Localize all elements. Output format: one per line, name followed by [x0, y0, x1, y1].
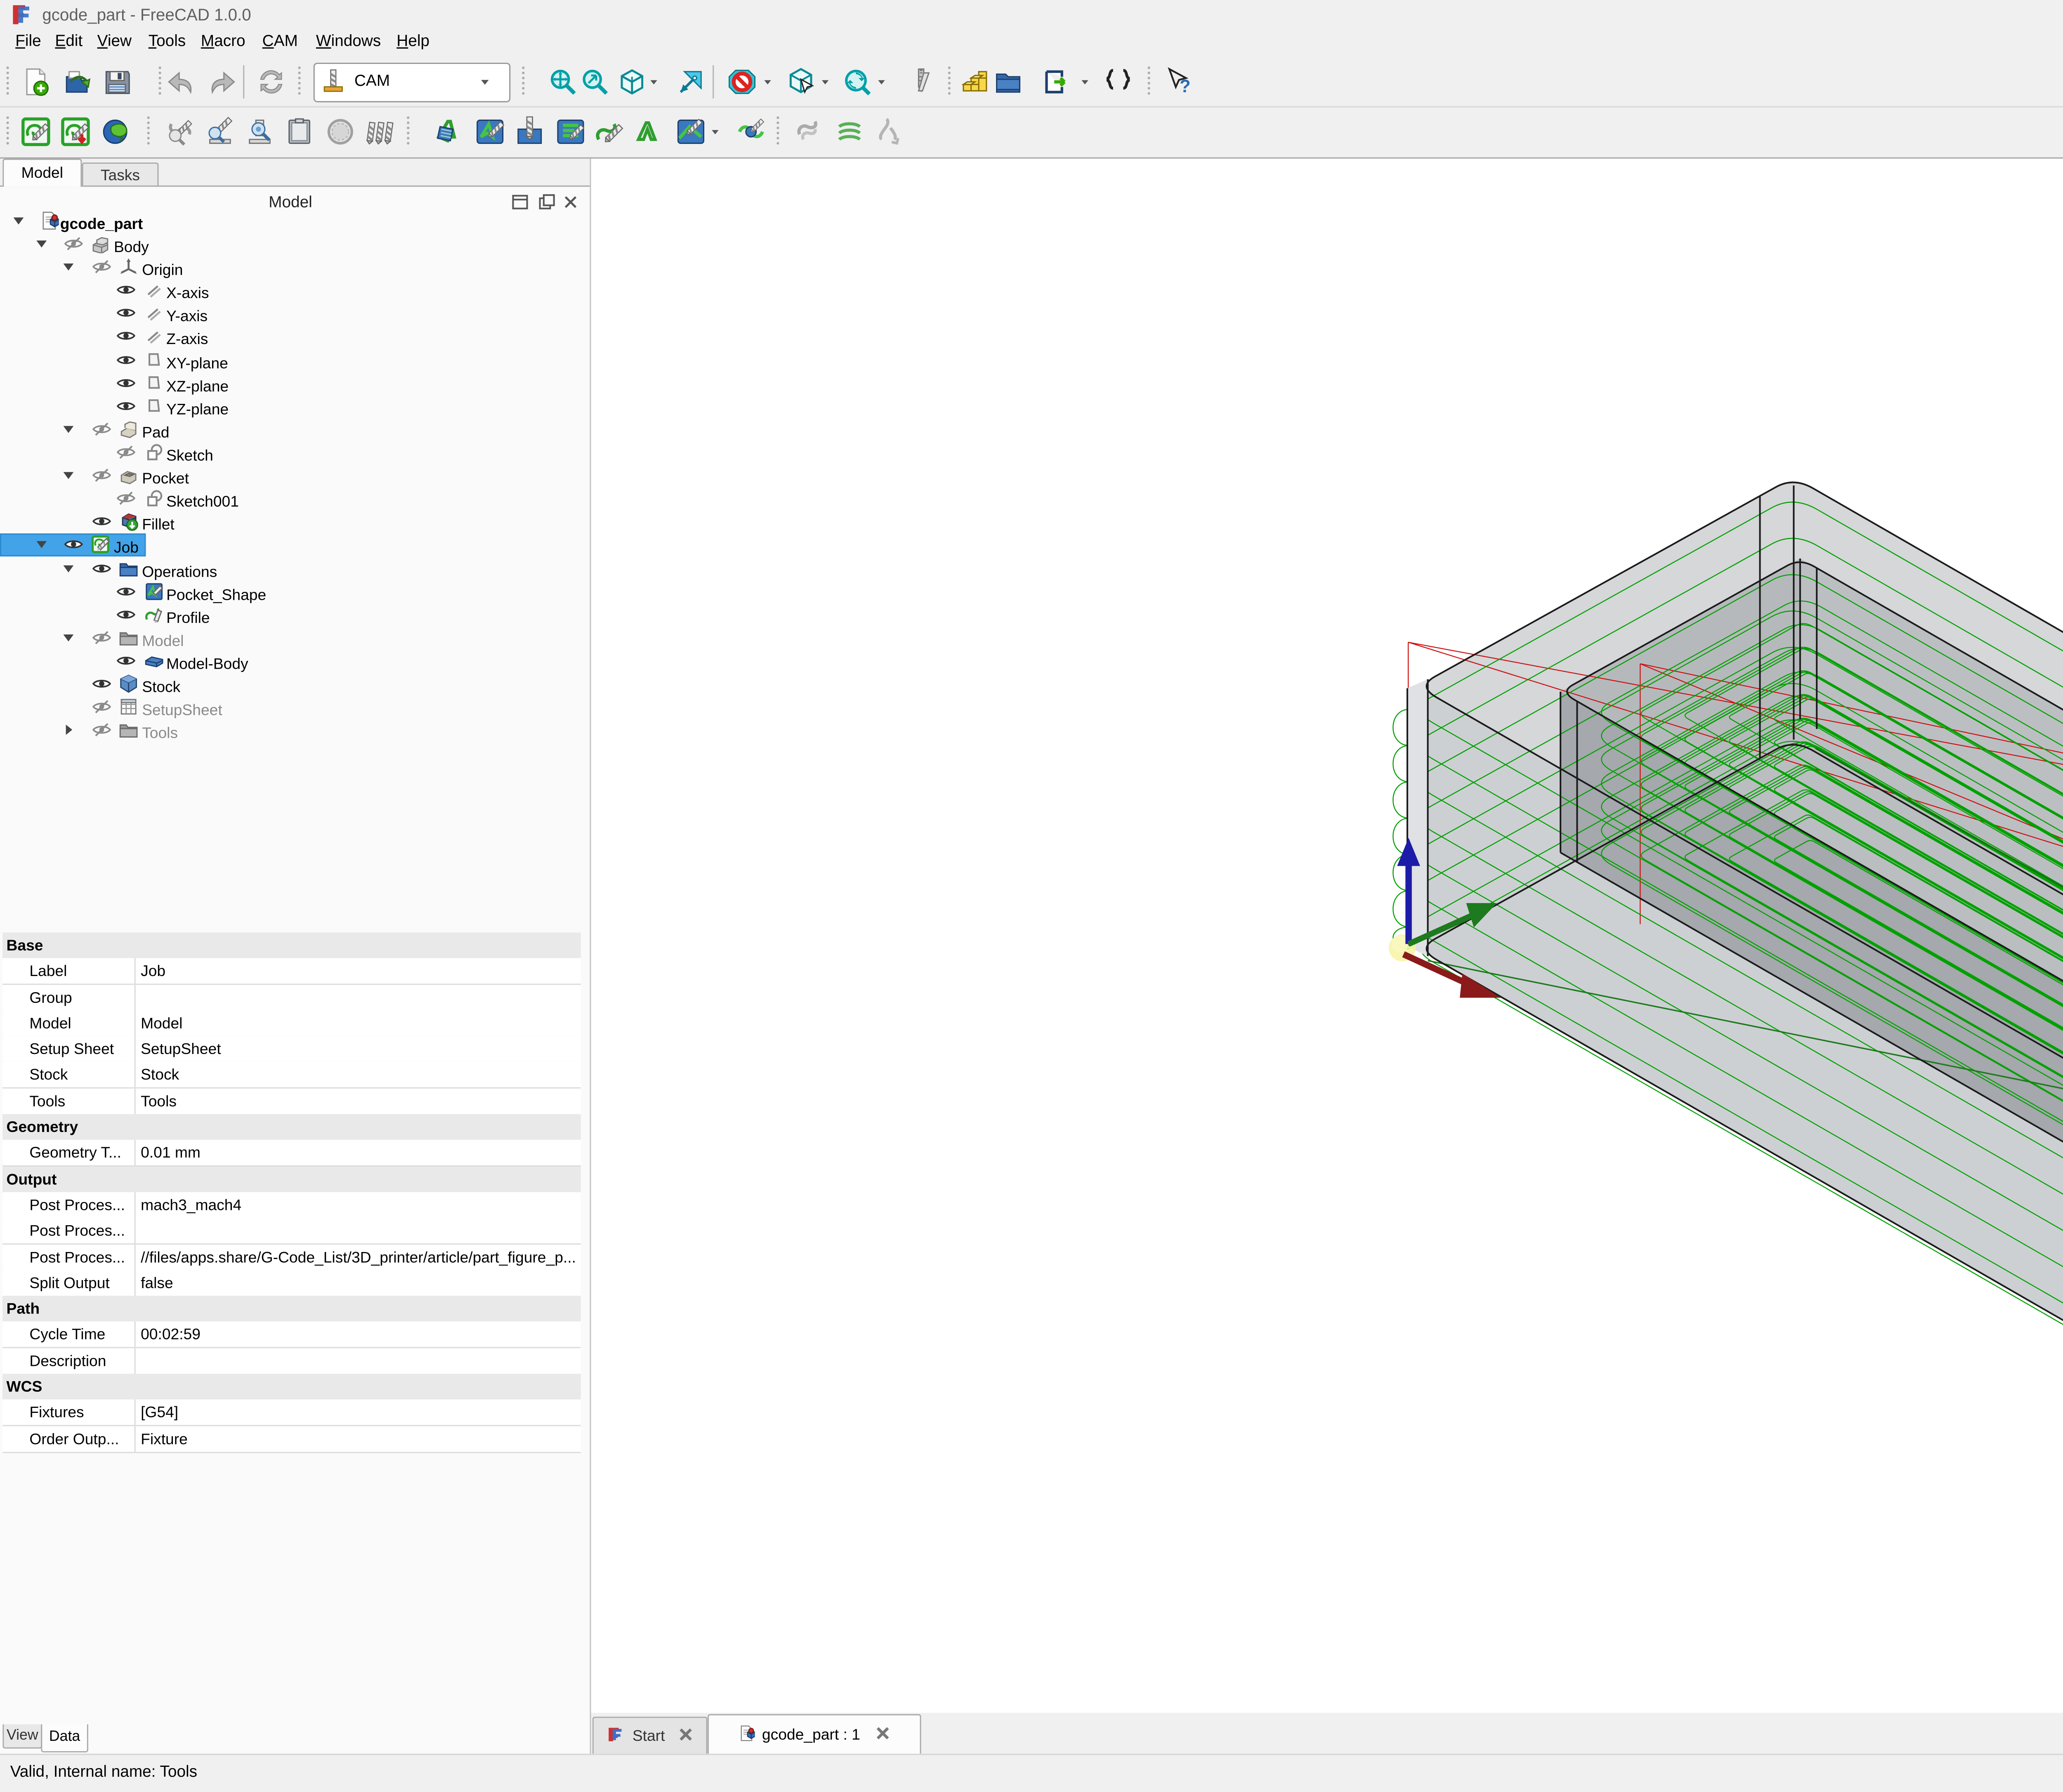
svg-text:?: ?	[1180, 76, 1191, 96]
